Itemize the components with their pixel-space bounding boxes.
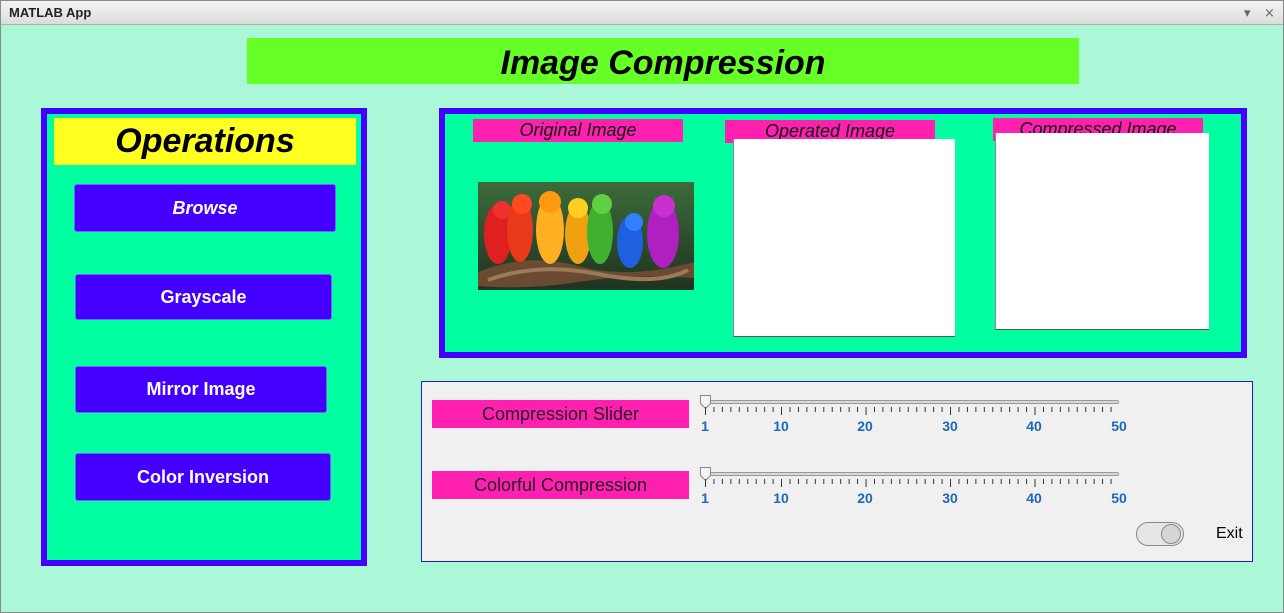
close-icon[interactable]: ×	[1264, 6, 1275, 21]
colorful-compression-label: Colorful Compression	[432, 471, 689, 499]
slider-ticks	[705, 479, 1112, 487]
compressed-image-box	[995, 133, 1209, 330]
operations-panel: Operations Browse Grayscale Mirror Image…	[41, 108, 367, 566]
compression-slider[interactable]: 1 10 20 30 40 50	[700, 383, 1130, 434]
window-title: MATLAB App	[9, 5, 92, 20]
slider-track	[700, 472, 1119, 476]
tick-label: 40	[1026, 490, 1042, 506]
exit-toggle[interactable]	[1136, 522, 1184, 546]
tick-label: 1	[701, 490, 709, 506]
tick-label: 50	[1111, 418, 1127, 434]
browse-button[interactable]: Browse	[74, 184, 336, 232]
tick-label: 30	[942, 490, 958, 506]
images-panel: Original Image Operated Image Compressed…	[439, 108, 1247, 358]
tick-label: 20	[857, 418, 873, 434]
minimize-icon[interactable]: ▾	[1244, 6, 1251, 21]
grayscale-button[interactable]: Grayscale	[75, 274, 332, 320]
title-bar: MATLAB App ▾ ×	[1, 1, 1283, 25]
colorful-compression-slider[interactable]: 1 10 20 30 40 50	[700, 455, 1130, 506]
compression-slider-label: Compression Slider	[432, 400, 689, 428]
parrots-image	[478, 182, 694, 290]
tick-label: 20	[857, 490, 873, 506]
slider-track	[700, 400, 1119, 404]
mirror-image-button[interactable]: Mirror Image	[75, 366, 327, 413]
tick-label: 1	[701, 418, 709, 434]
color-inversion-button[interactable]: Color Inversion	[75, 453, 331, 501]
tick-label: 10	[773, 418, 789, 434]
original-image	[478, 182, 694, 290]
page-title: Image Compression	[247, 38, 1079, 84]
original-image-label: Original Image	[473, 119, 683, 142]
app-window: MATLAB App ▾ × Image Compression Operati…	[0, 0, 1284, 613]
tick-label: 40	[1026, 418, 1042, 434]
operations-title: Operations	[54, 118, 356, 165]
toggle-knob[interactable]	[1161, 524, 1181, 544]
slider-ticks	[705, 407, 1112, 415]
tick-label: 10	[773, 490, 789, 506]
tick-label: 30	[942, 418, 958, 434]
controls-panel: Compression Slider 1 10 20 30 40 50 Colo…	[421, 381, 1253, 562]
operated-image-box	[733, 139, 955, 337]
exit-label: Exit	[1216, 525, 1243, 542]
tick-label: 50	[1111, 490, 1127, 506]
